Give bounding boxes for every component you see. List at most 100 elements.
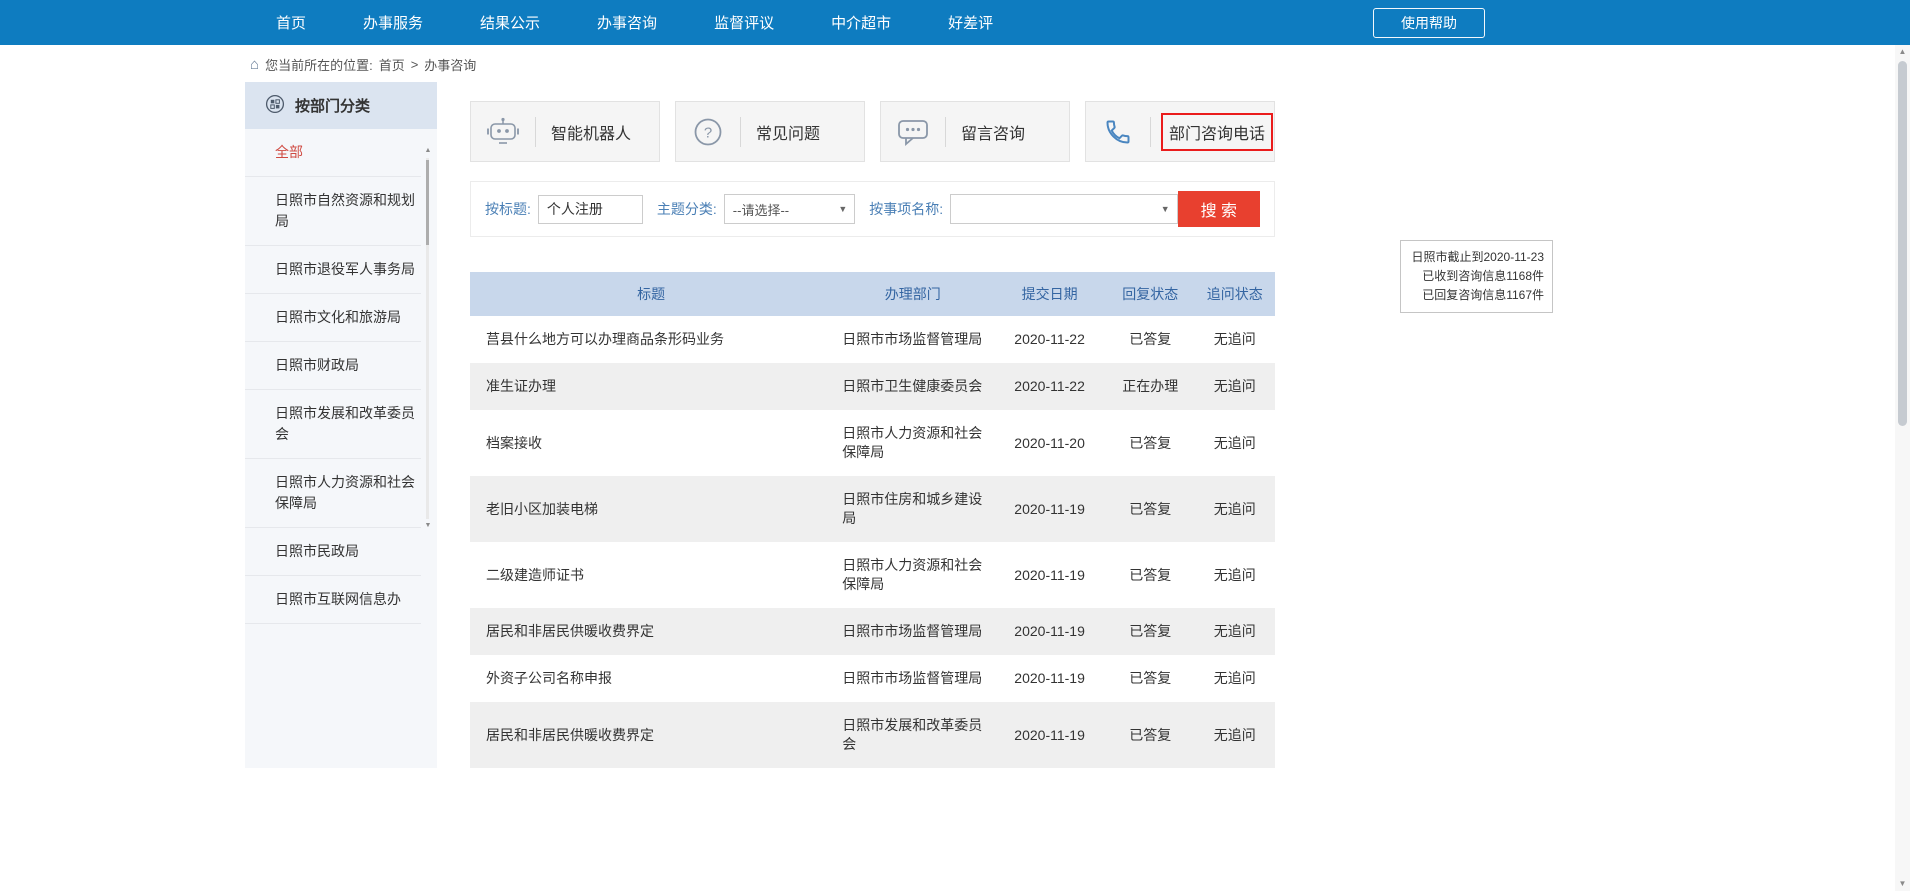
sidebar-item-all[interactable]: 全部 <box>245 129 421 177</box>
nav-item-supervision[interactable]: 监督评议 <box>714 12 774 33</box>
col-header-title: 标题 <box>470 272 832 316</box>
table-row: 老旧小区加装电梯 日照市住房和城乡建设局 2020-11-19 已答复 无追问 <box>470 476 1275 542</box>
tab-label: 常见问题 <box>756 120 820 144</box>
sidebar-item-human-resources[interactable]: 日照市人力资源和社会保障局 <box>245 459 421 528</box>
breadcrumb: ⌂ 您当前所在的位置: 首页 > 办事咨询 <box>250 56 1910 73</box>
sidebar-item-natural-resources[interactable]: 日照市自然资源和规划局 <box>245 177 421 246</box>
robot-icon <box>471 117 535 147</box>
sidebar-scroll-down-icon[interactable]: ▼ <box>423 521 433 531</box>
sidebar-scroll-up-icon[interactable]: ▲ <box>423 146 433 156</box>
cell-followup-status: 无追问 <box>1194 542 1275 608</box>
cell-title[interactable]: 莒县什么地方可以办理商品条形码业务 <box>470 316 832 363</box>
sidebar-title: 按部门分类 <box>295 95 370 116</box>
page-scrollbar[interactable]: ▲ ▼ <box>1895 45 1910 891</box>
table-row: 准生证办理 日照市卫生健康委员会 2020-11-22 正在办理 无追问 <box>470 363 1275 410</box>
table-row: 外资子公司名称申报 日照市市场监督管理局 2020-11-19 已答复 无追问 <box>470 655 1275 702</box>
cell-title[interactable]: 准生证办理 <box>470 363 832 410</box>
sidebar-item-internet-info[interactable]: 日照市互联网信息办 <box>245 576 421 624</box>
cell-reply-status: 已答复 <box>1106 655 1195 702</box>
top-navigation: 首页 办事服务 结果公示 办事咨询 监督评议 中介超市 好差评 使用帮助 <box>0 0 1910 45</box>
cell-department: 日照市人力资源和社会保障局 <box>832 410 993 476</box>
sidebar-item-development-reform[interactable]: 日照市发展和改革委员会 <box>245 390 421 459</box>
sidebar-item-finance[interactable]: 日照市财政局 <box>245 342 421 390</box>
help-button[interactable]: 使用帮助 <box>1373 8 1485 38</box>
nav-item-review[interactable]: 好差评 <box>948 12 993 33</box>
cell-department: 日照市市场监督管理局 <box>832 608 993 655</box>
cell-date: 2020-11-20 <box>993 410 1106 476</box>
cell-title[interactable]: 居民和非居民供暖收费界定 <box>470 702 832 768</box>
cell-date: 2020-11-19 <box>993 702 1106 768</box>
sidebar-header: 按部门分类 <box>245 82 437 129</box>
nav-item-intermediary[interactable]: 中介超市 <box>831 12 891 33</box>
divider <box>740 117 741 147</box>
item-name-label: 按事项名称: <box>869 199 943 219</box>
search-bar: 按标题: 主题分类: --请选择-- ▼ 按事项名称: ▼ 搜 索 <box>470 181 1275 237</box>
main-panel: 智能机器人 ? 常见问题 <box>470 82 1275 768</box>
consultation-stats-box: 日照市截止到2020-11-23 已收到咨询信息1168件 已回复咨询信息116… <box>1400 240 1553 313</box>
nav-item-home[interactable]: 首页 <box>276 12 306 33</box>
table-row: 莒县什么地方可以办理商品条形码业务 日照市市场监督管理局 2020-11-22 … <box>470 316 1275 363</box>
home-icon: ⌂ <box>250 57 259 72</box>
sidebar-item-veterans-affairs[interactable]: 日照市退役军人事务局 <box>245 246 421 294</box>
cell-title[interactable]: 外资子公司名称申报 <box>470 655 832 702</box>
nav-item-results[interactable]: 结果公示 <box>480 12 540 33</box>
tab-faq[interactable]: ? 常见问题 <box>675 101 865 162</box>
question-icon: ? <box>676 117 740 147</box>
tab-phone-consult[interactable]: 部门咨询电话 <box>1085 101 1275 162</box>
cell-title[interactable]: 居民和非居民供暖收费界定 <box>470 608 832 655</box>
col-header-followup-status: 追问状态 <box>1194 272 1275 316</box>
scroll-down-icon[interactable]: ▼ <box>1895 877 1910 891</box>
svg-text:?: ? <box>704 124 712 141</box>
tab-smart-robot[interactable]: 智能机器人 <box>470 101 660 162</box>
cell-title[interactable]: 老旧小区加装电梯 <box>470 476 832 542</box>
cell-department: 日照市发展和改革委员会 <box>832 702 993 768</box>
stats-line-replied: 已回复咨询信息1167件 <box>1409 286 1544 305</box>
page-scrollbar-thumb[interactable] <box>1898 61 1907 426</box>
tab-message-consult[interactable]: 留言咨询 <box>880 101 1070 162</box>
cell-reply-status: 已答复 <box>1106 316 1195 363</box>
category-select-value: --请选择-- <box>733 200 789 219</box>
stats-line-received: 已收到咨询信息1168件 <box>1409 267 1544 286</box>
cell-reply-status: 已答复 <box>1106 542 1195 608</box>
scroll-up-icon[interactable]: ▲ <box>1895 45 1910 59</box>
table-row: 档案接收 日照市人力资源和社会保障局 2020-11-20 已答复 无追问 <box>470 410 1275 476</box>
cell-reply-status: 已答复 <box>1106 608 1195 655</box>
cell-department: 日照市人力资源和社会保障局 <box>832 542 993 608</box>
cell-followup-status: 无追问 <box>1194 655 1275 702</box>
divider <box>1150 117 1151 147</box>
col-header-department: 办理部门 <box>832 272 993 316</box>
cell-date: 2020-11-22 <box>993 363 1106 410</box>
consultation-table: 标题 办理部门 提交日期 回复状态 追问状态 莒县什么地方可以办理商品条形码业务… <box>470 272 1275 768</box>
sidebar-scrollbar[interactable]: ▲ ▼ <box>423 146 433 616</box>
sidebar-scroll-thumb[interactable] <box>426 160 429 245</box>
col-header-reply-status: 回复状态 <box>1106 272 1195 316</box>
cell-reply-status: 正在办理 <box>1106 363 1195 410</box>
breadcrumb-home-link[interactable]: 首页 <box>379 55 405 74</box>
service-tabs: 智能机器人 ? 常见问题 <box>470 101 1275 162</box>
category-select[interactable]: --请选择-- ▼ <box>724 194 856 224</box>
cell-department: 日照市市场监督管理局 <box>832 316 993 363</box>
divider <box>945 117 946 147</box>
table-row: 二级建造师证书 日照市人力资源和社会保障局 2020-11-19 已答复 无追问 <box>470 542 1275 608</box>
cell-department: 日照市市场监督管理局 <box>832 655 993 702</box>
category-label: 主题分类: <box>657 199 717 219</box>
tab-label-highlighted: 部门咨询电话 <box>1161 113 1273 151</box>
cell-date: 2020-11-19 <box>993 608 1106 655</box>
cell-title[interactable]: 档案接收 <box>470 410 832 476</box>
search-button[interactable]: 搜 索 <box>1178 191 1260 227</box>
nav-item-consultation[interactable]: 办事咨询 <box>597 12 657 33</box>
cell-department: 日照市住房和城乡建设局 <box>832 476 993 542</box>
sidebar-item-civil-affairs[interactable]: 日照市民政局 <box>245 528 421 576</box>
nav-item-services[interactable]: 办事服务 <box>363 12 423 33</box>
item-name-select[interactable]: ▼ <box>950 194 1178 224</box>
title-search-label: 按标题: <box>485 199 531 219</box>
title-search-input[interactable] <box>538 195 643 224</box>
cell-followup-status: 无追问 <box>1194 410 1275 476</box>
table-row: 居民和非居民供暖收费界定 日照市市场监督管理局 2020-11-19 已答复 无… <box>470 608 1275 655</box>
sidebar-item-culture-tourism[interactable]: 日照市文化和旅游局 <box>245 294 421 342</box>
cell-title[interactable]: 二级建造师证书 <box>470 542 832 608</box>
chevron-down-icon: ▼ <box>831 204 854 214</box>
tab-label: 留言咨询 <box>961 120 1025 144</box>
table-header-row: 标题 办理部门 提交日期 回复状态 追问状态 <box>470 272 1275 316</box>
breadcrumb-prefix: 您当前所在的位置: <box>265 55 373 74</box>
